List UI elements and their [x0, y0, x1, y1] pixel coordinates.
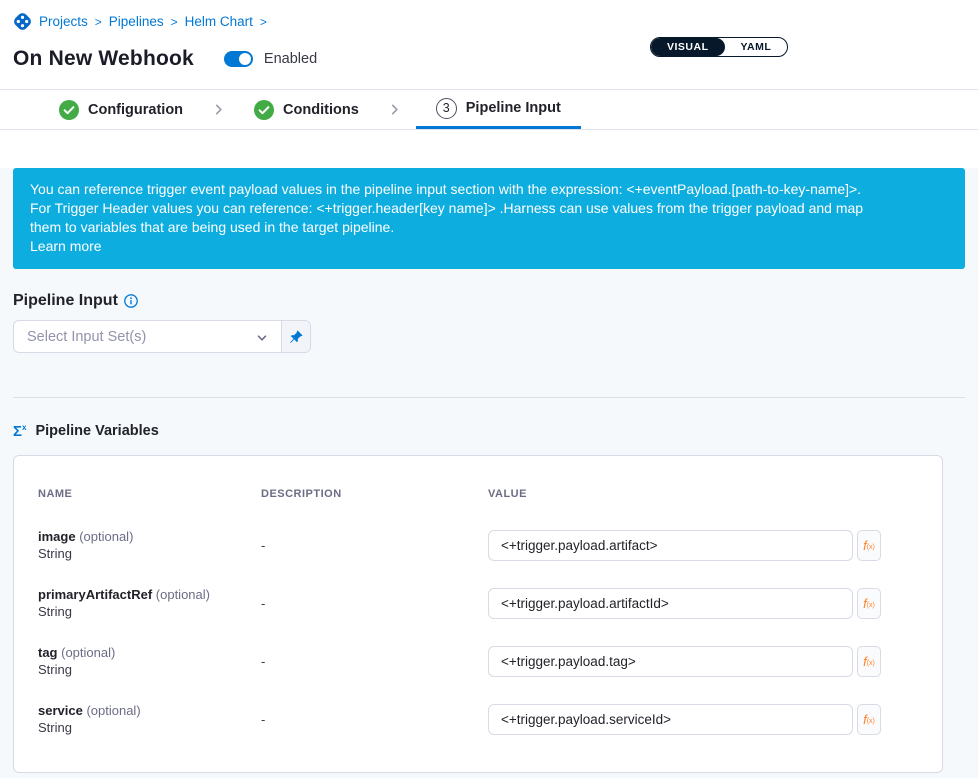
tab-conditions[interactable]: Conditions	[240, 90, 373, 129]
tab-configuration[interactable]: Configuration	[45, 90, 197, 129]
sigma-variables-icon: Σx	[13, 424, 26, 439]
pipeline-variables-heading-label: Pipeline Variables	[35, 423, 158, 439]
variable-name: primaryArtifactRef	[38, 587, 152, 602]
chevron-down-icon	[256, 331, 268, 343]
expression-fx-button[interactable]: f(x)	[857, 646, 881, 677]
breadcrumb-item-pipelines[interactable]: Pipelines	[109, 14, 164, 29]
main-content: You can reference trigger event payload …	[0, 168, 978, 778]
visual-toggle-button[interactable]: VISUAL	[651, 38, 725, 56]
tab-pipeline-input-label: Pipeline Input	[466, 100, 561, 116]
tab-configuration-label: Configuration	[88, 102, 183, 118]
fx-icon-sub: (x)	[867, 660, 875, 667]
enabled-toggle[interactable]	[224, 51, 253, 67]
table-row: service (optional) String - f(x)	[38, 690, 918, 748]
variable-type: String	[38, 603, 261, 620]
breadcrumb-item-projects[interactable]: Projects	[39, 14, 88, 29]
variable-name-cell: primaryArtifactRef (optional) String	[38, 586, 261, 620]
input-set-group: Select Input Set(s)	[13, 320, 311, 353]
variable-optional-label: (optional)	[156, 587, 210, 602]
section-divider	[13, 397, 965, 398]
breadcrumb-separator: >	[95, 15, 102, 29]
variable-value-input[interactable]	[488, 588, 853, 619]
variables-table-body: image (optional) String - f(x) primaryAr…	[38, 516, 918, 748]
info-icon[interactable]	[124, 294, 138, 308]
table-row: image (optional) String - f(x)	[38, 516, 918, 574]
pipeline-input-heading-label: Pipeline Input	[13, 292, 118, 310]
page-title: On New Webhook	[13, 47, 194, 71]
info-banner: You can reference trigger event payload …	[13, 168, 965, 269]
expression-fx-button[interactable]: f(x)	[857, 588, 881, 619]
harness-logo-icon	[13, 12, 32, 31]
breadcrumb-item-helm-chart[interactable]: Helm Chart	[185, 14, 253, 29]
variable-description: -	[261, 654, 488, 669]
expression-fx-button[interactable]: f(x)	[857, 530, 881, 561]
tab-conditions-label: Conditions	[283, 102, 359, 118]
breadcrumb-separator: >	[260, 15, 267, 29]
variable-type: String	[38, 545, 261, 562]
banner-line: You can reference trigger event payload …	[30, 180, 948, 199]
variable-name: service	[38, 703, 83, 718]
variable-type: String	[38, 661, 261, 678]
variable-value-cell: f(x)	[488, 646, 918, 677]
page-header: Projects > Pipelines > Helm Chart > On N…	[0, 0, 978, 90]
column-header-name: NAME	[38, 488, 261, 500]
variable-optional-label: (optional)	[79, 529, 133, 544]
breadcrumb: Projects > Pipelines > Helm Chart >	[13, 12, 965, 31]
input-set-select-placeholder: Select Input Set(s)	[27, 329, 146, 345]
variable-description: -	[261, 596, 488, 611]
breadcrumb-separator: >	[171, 15, 178, 29]
enabled-toggle-label: Enabled	[264, 51, 317, 67]
fx-icon-sub: (x)	[867, 544, 875, 551]
variable-value-input[interactable]	[488, 704, 853, 735]
pin-input-set-button[interactable]	[282, 321, 310, 352]
variable-name: image	[38, 529, 76, 544]
variable-name: tag	[38, 645, 58, 660]
column-header-value: VALUE	[488, 488, 918, 500]
banner-line: For Trigger Header values you can refere…	[30, 199, 948, 218]
variable-name-cell: tag (optional) String	[38, 644, 261, 678]
toggle-knob	[239, 53, 251, 65]
wizard-step-tabs: Configuration Conditions 3 Pipeline Inpu…	[0, 90, 978, 130]
step-number-badge: 3	[436, 98, 457, 119]
check-circle-icon	[254, 100, 274, 120]
check-circle-icon	[59, 100, 79, 120]
visual-yaml-toggle: VISUAL YAML	[650, 37, 788, 57]
variable-description: -	[261, 538, 488, 553]
variable-name-cell: service (optional) String	[38, 702, 261, 736]
chevron-right-icon	[373, 90, 416, 129]
variable-value-cell: f(x)	[488, 704, 918, 735]
variable-optional-label: (optional)	[86, 703, 140, 718]
expression-fx-button[interactable]: f(x)	[857, 704, 881, 735]
yaml-toggle-button[interactable]: YAML	[725, 38, 788, 56]
pipeline-variables-heading: Σx Pipeline Variables	[13, 423, 965, 439]
chevron-right-icon	[197, 90, 240, 129]
variable-type: String	[38, 719, 261, 736]
table-row: tag (optional) String - f(x)	[38, 632, 918, 690]
variable-value-cell: f(x)	[488, 588, 918, 619]
variable-value-input[interactable]	[488, 530, 853, 561]
pin-icon	[289, 330, 303, 344]
learn-more-link[interactable]: Learn more	[30, 237, 102, 256]
variables-table-header: NAME DESCRIPTION VALUE	[38, 488, 918, 500]
tab-pipeline-input[interactable]: 3 Pipeline Input	[416, 90, 581, 129]
variable-value-cell: f(x)	[488, 530, 918, 561]
variable-optional-label: (optional)	[61, 645, 115, 660]
pipeline-input-heading: Pipeline Input	[13, 292, 965, 310]
fx-icon-sub: (x)	[867, 718, 875, 725]
banner-line: them to variables that are being used in…	[30, 218, 948, 237]
variable-value-input[interactable]	[488, 646, 853, 677]
variable-name-cell: image (optional) String	[38, 528, 261, 562]
input-set-select[interactable]: Select Input Set(s)	[14, 321, 282, 352]
variable-description: -	[261, 712, 488, 727]
column-header-description: DESCRIPTION	[261, 488, 488, 500]
variables-card: NAME DESCRIPTION VALUE image (optional) …	[13, 455, 943, 773]
fx-icon-sub: (x)	[867, 602, 875, 609]
table-row: primaryArtifactRef (optional) String - f…	[38, 574, 918, 632]
